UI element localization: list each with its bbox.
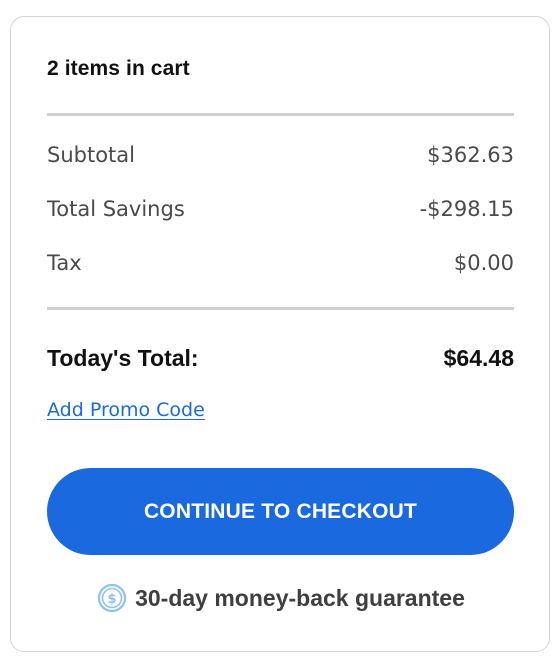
continue-to-checkout-button[interactable]: CONTINUE TO CHECKOUT [47,468,514,555]
tax-value: $0.00 [453,251,514,275]
summary-divider-top [47,113,514,116]
subtotal-row: Subtotal $362.63 [47,143,514,167]
svg-text:$: $ [108,592,117,607]
tax-label: Tax [47,251,82,275]
dollar-circle-icon: $ [97,583,127,613]
total-savings-value: -$298.15 [419,197,514,221]
total-savings-label: Total Savings [47,197,185,221]
order-summary-card: 2 items in cart Subtotal $362.63 Total S… [10,16,550,652]
guarantee-text: 30-day money-back guarantee [135,584,465,611]
total-savings-row: Total Savings -$298.15 [47,197,514,221]
todays-total-value: $64.48 [443,345,514,371]
tax-row: Tax $0.00 [47,251,514,275]
cart-item-count: 2 items in cart [47,57,190,80]
summary-divider-bottom [47,307,514,310]
todays-total-label: Today's Total: [47,345,199,371]
add-promo-code-link[interactable]: Add Promo Code [47,399,205,421]
money-back-guarantee: $ 30-day money-back guarantee [11,583,551,613]
subtotal-value: $362.63 [427,143,514,167]
todays-total-row: Today's Total: $64.48 [47,345,514,372]
subtotal-label: Subtotal [47,143,135,167]
